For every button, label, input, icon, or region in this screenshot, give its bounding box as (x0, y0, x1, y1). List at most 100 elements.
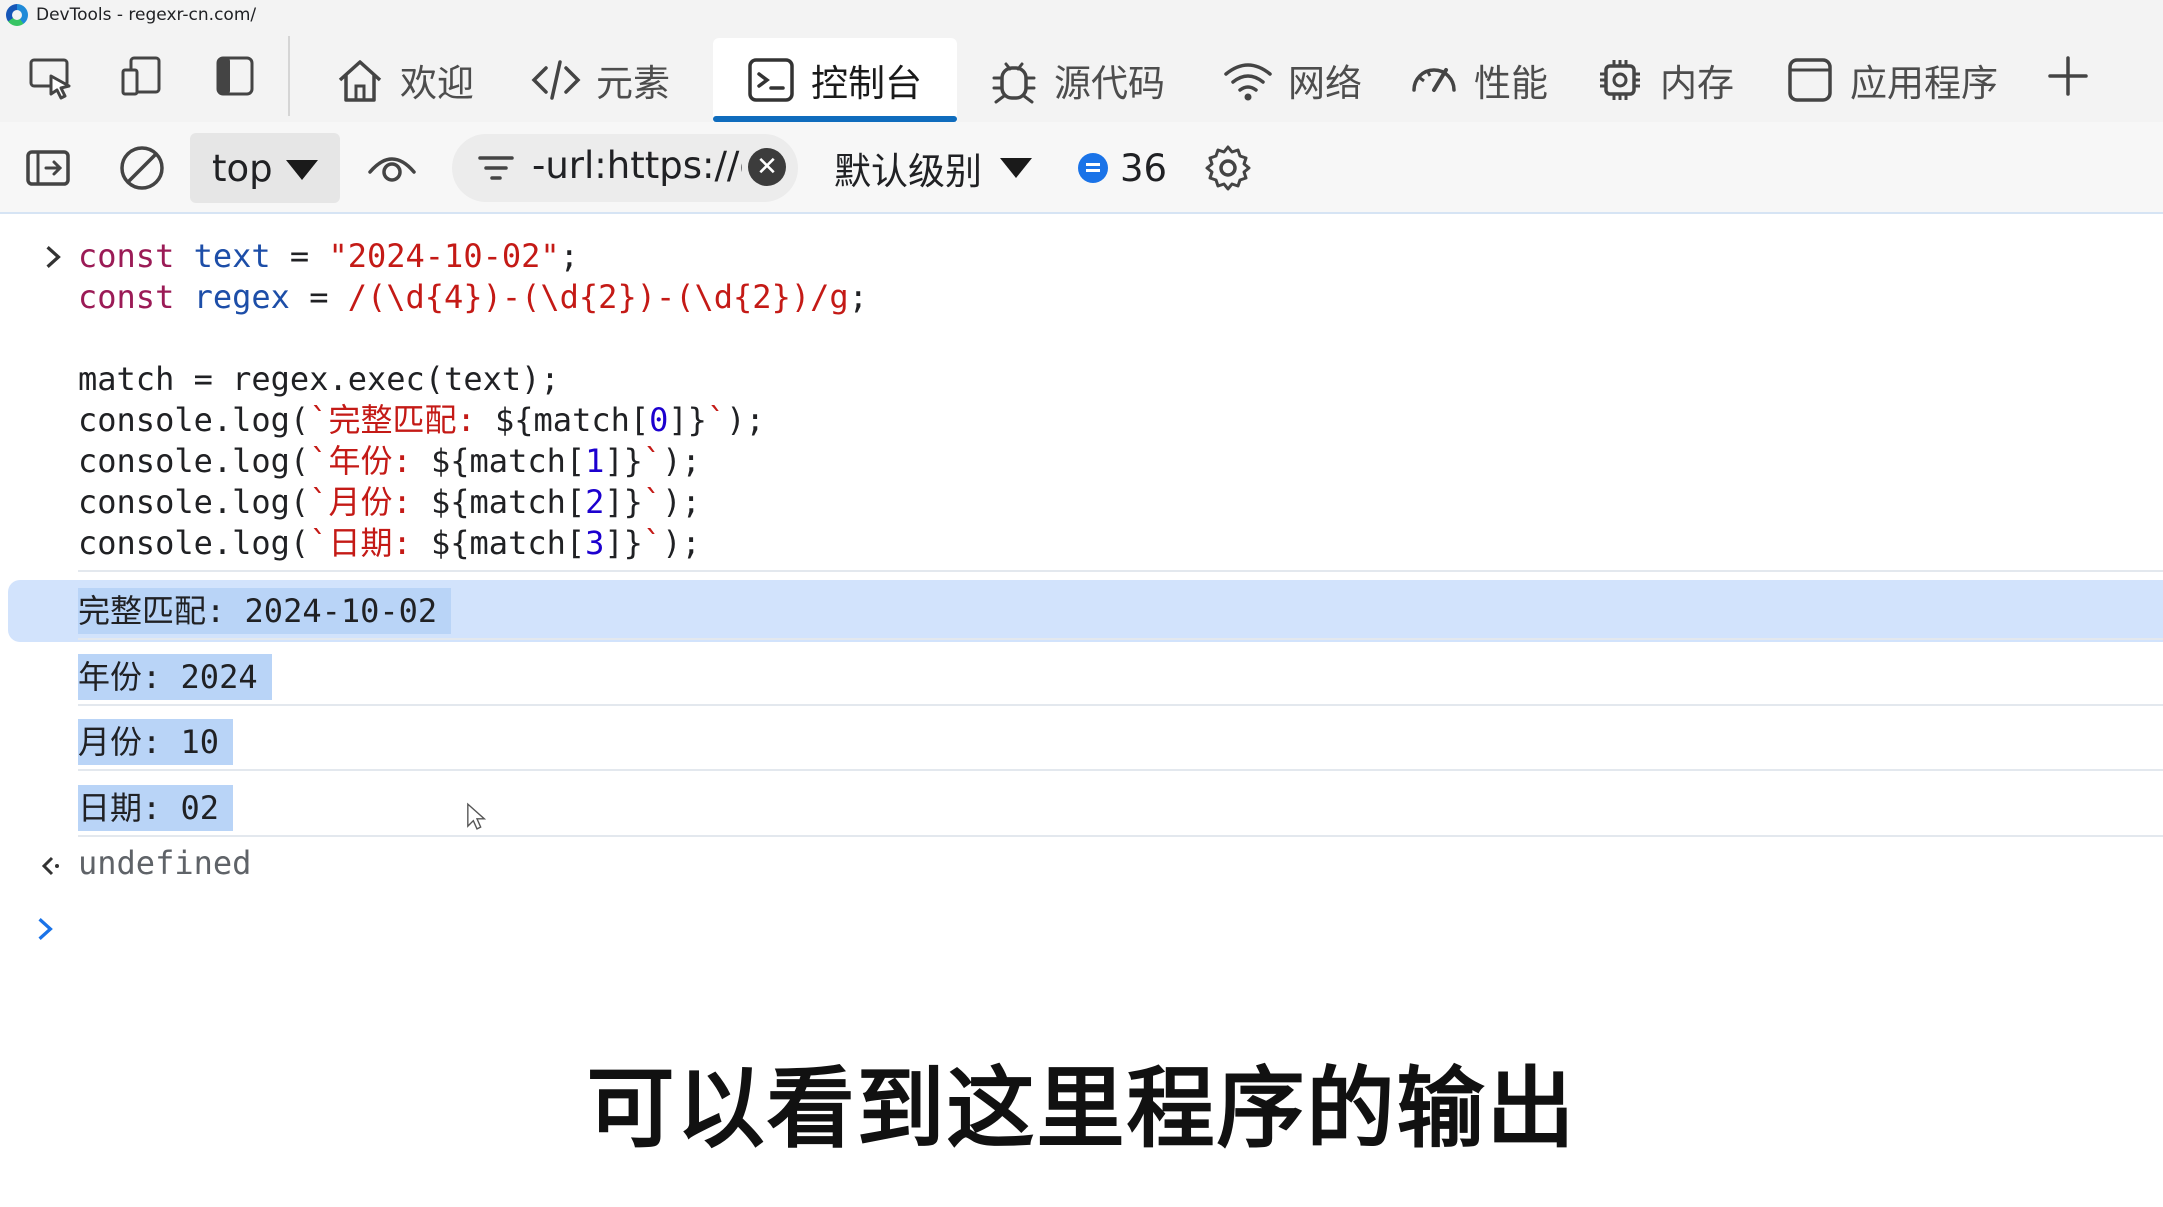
inspect-element-button[interactable] (20, 30, 82, 122)
show-sidebar-button[interactable] (22, 122, 74, 214)
code-token: ]} (604, 483, 643, 521)
video-subtitle: 可以看到这里程序的输出 (586, 1057, 1577, 1160)
clear-console-icon (120, 146, 164, 190)
message-count: 36 (1120, 146, 1168, 190)
tab-welcome[interactable]: 欢迎 (332, 38, 494, 122)
tab-label: 欢迎 (400, 62, 474, 105)
code-token: regex (193, 278, 290, 316)
clear-console-button[interactable] (116, 122, 168, 214)
context-selector[interactable]: top (190, 133, 340, 203)
tab-label: 控制台 (811, 62, 922, 105)
code-token: ; (559, 237, 579, 275)
live-expression-button[interactable] (366, 122, 418, 214)
divider (78, 835, 2163, 837)
more-tools-button[interactable] (2040, 30, 2096, 122)
tab-application[interactable]: 应用程序 (1782, 38, 2002, 122)
clear-filter-button[interactable]: ✕ (748, 148, 786, 186)
code-token: ); (662, 442, 701, 480)
code-line: const regex = /(\d{4})-(\d{2})-(\d{2})/g… (78, 277, 868, 318)
window-title: DevTools - regexr-cn.com/ (36, 5, 257, 25)
gear-icon (1205, 145, 1251, 191)
code-token: console.log( (78, 483, 310, 521)
divider (78, 638, 2163, 640)
return-value: undefined (78, 844, 252, 882)
tab-performance[interactable]: 性能 (1406, 38, 1576, 122)
chip-icon (1600, 60, 1640, 100)
code-token: ${match[ (495, 401, 650, 439)
code-token: console.log( (78, 524, 310, 562)
mouse-cursor-icon (467, 802, 487, 830)
code-line: console.log(`完整匹配: ${match[0]}`); (78, 400, 868, 441)
tab-label: 源代码 (1054, 62, 1165, 105)
wifi-icon (1224, 63, 1272, 101)
log-message[interactable]: 年份: 2024 (0, 646, 2163, 708)
toolbar-divider (288, 36, 290, 116)
code-token: ` (642, 483, 663, 521)
bug-icon (992, 62, 1036, 104)
code-token: ); (662, 483, 701, 521)
code-token: ); (726, 401, 765, 439)
code-token: ]} (604, 442, 643, 480)
code-token: const (78, 237, 194, 275)
code-line: console.log(`月份: ${match[2]}`); (78, 482, 868, 523)
code-token: ` (642, 442, 663, 480)
message-count-button[interactable]: 36 (1078, 122, 1167, 214)
return-value-icon (41, 856, 59, 876)
dock-side-button[interactable] (204, 30, 266, 122)
log-message[interactable]: 日期: 02 (0, 777, 2163, 839)
code-line: const text = "2024-10-02"; (78, 236, 868, 277)
code-token: console.log( (78, 401, 310, 439)
chevron-down-icon (286, 160, 318, 180)
device-emulation-button[interactable] (110, 30, 172, 122)
code-token: `月份: (309, 483, 431, 521)
log-text: 日期: 02 (78, 785, 234, 831)
code-token: 1 (585, 442, 605, 480)
home-icon (338, 60, 382, 102)
message-bubble-icon (1078, 153, 1108, 183)
plus-icon (2048, 56, 2088, 96)
log-message[interactable]: 月份: 10 (0, 711, 2163, 773)
divider (78, 769, 2163, 771)
gauge-icon (1412, 68, 1456, 92)
tab-sources[interactable]: 源代码 (986, 38, 1186, 122)
console-icon (748, 58, 794, 102)
code-line: match = regex.exec(text); (78, 359, 868, 400)
code-token: `完整匹配: (309, 401, 495, 439)
dock-side-icon (216, 56, 254, 96)
code-token: text (193, 237, 271, 275)
log-level-dropdown[interactable]: 默认级别 (834, 122, 1032, 214)
code-token: ; (848, 278, 868, 316)
code-token: ${match[ (431, 442, 586, 480)
device-emulation-icon (121, 56, 161, 96)
tab-console[interactable]: 控制台 (713, 38, 957, 122)
filter-input[interactable]: -url:https://de ✕ (452, 134, 798, 202)
console-settings-button[interactable] (1202, 122, 1254, 214)
tab-label: 内存 (1660, 62, 1734, 105)
code-token: ${match[ (431, 524, 586, 562)
divider (78, 704, 2163, 706)
log-message[interactable]: 完整匹配: 2024-10-02 (8, 580, 2163, 642)
code-token: ${match[ (431, 483, 586, 521)
sidebar-toggle-icon (26, 150, 70, 186)
tab-label: 性能 (1474, 62, 1548, 105)
inspect-element-icon (29, 58, 71, 100)
code-token: const (78, 278, 194, 316)
console-toolbar: top -url:https://de ✕ 默认级别 36 (0, 122, 2163, 214)
eye-icon (368, 157, 416, 182)
tab-network[interactable]: 网络 (1220, 38, 1390, 122)
code-token: = (270, 237, 329, 275)
console-prompt-icon[interactable] (32, 914, 58, 944)
log-level-value: 默认级别 (834, 150, 982, 193)
tab-memory[interactable]: 内存 (1592, 38, 1762, 122)
chevron-right-icon (46, 246, 61, 268)
filter-value: -url:https://de (532, 144, 742, 187)
code-token: ]} (604, 524, 643, 562)
tab-elements[interactable]: 元素 (528, 38, 698, 122)
code-token: ]} (668, 401, 707, 439)
code-line: console.log(`年份: ${match[1]}`); (78, 441, 868, 482)
code-tag-icon (531, 60, 581, 100)
code-token: `日期: (309, 524, 431, 562)
code-token: `年份: (309, 442, 431, 480)
filter-icon (478, 156, 514, 180)
code-token: 2 (585, 483, 605, 521)
